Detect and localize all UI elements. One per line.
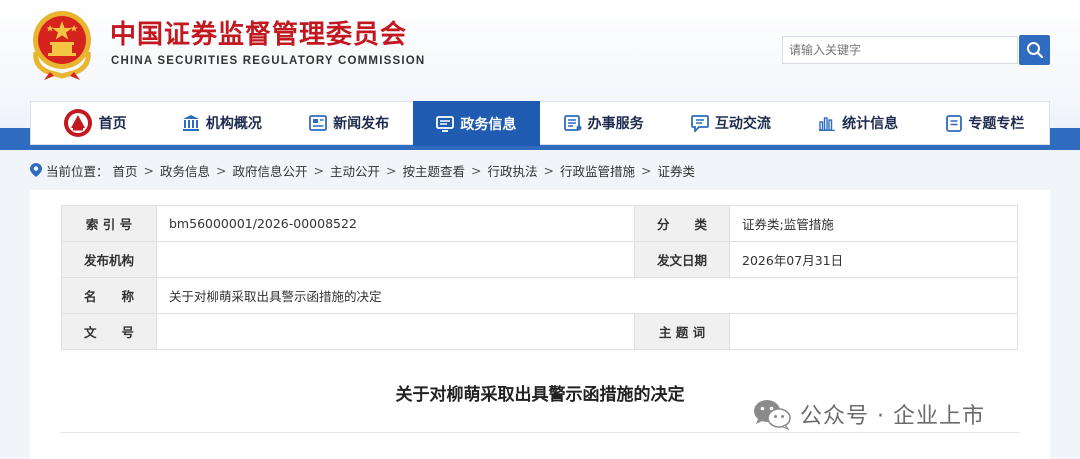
main-nav: 首页 机构概况 新闻发布 政务信息 办事服务 互动交流 统计信息 专题专栏: [30, 101, 1050, 146]
home-emblem-icon: [63, 109, 92, 137]
name-label: 名 称: [61, 277, 157, 314]
service-icon: [563, 115, 582, 131]
search-input[interactable]: [782, 36, 1018, 64]
nav-item-government-info[interactable]: 政务信息: [412, 101, 540, 146]
category-value: 证券类;监管措施: [729, 205, 1018, 242]
name-value: 关于对柳萌采取出具警示函措施的决定: [156, 277, 1018, 314]
breadcrumb-item[interactable]: 政府信息公开: [233, 161, 308, 180]
date-value: 2026年07月31日: [729, 241, 1018, 278]
nav-item-label: 统计信息: [842, 116, 899, 132]
issuer-value: [156, 241, 635, 278]
breadcrumb-separator: >: [471, 162, 482, 178]
table-row: 名 称 关于对柳萌采取出具警示函措施的决定: [61, 277, 1018, 314]
issuer-label: 发布机构: [61, 241, 157, 278]
news-icon: [309, 115, 328, 131]
docno-value: [156, 313, 635, 350]
chat-icon: [690, 114, 709, 132]
table-row: 文 号 主 题 词: [61, 313, 1018, 350]
breadcrumb-item[interactable]: 证券类: [658, 161, 696, 180]
national-emblem-logo[interactable]: [28, 8, 96, 80]
breadcrumb-item[interactable]: 按主题查看: [403, 161, 466, 180]
institution-icon: [182, 115, 199, 131]
topic-icon: [946, 114, 963, 132]
breadcrumb-item[interactable]: 行政执法: [488, 161, 538, 180]
breadcrumb-item[interactable]: 主动公开: [330, 161, 380, 180]
nav-item-statistics[interactable]: 统计信息: [795, 102, 922, 144]
nav-item-label: 专题专栏: [968, 116, 1025, 132]
table-row: 发布机构 发文日期 2026年07月31日: [61, 241, 1018, 278]
breadcrumb-item[interactable]: 政务信息: [160, 161, 210, 180]
breadcrumb-separator: >: [216, 162, 227, 178]
breadcrumb: 当前位置： 首页 > 政务信息 > 政府信息公开 > 主动公开 > 按主题查看 …: [30, 160, 695, 180]
keywords-label: 主 题 词: [634, 313, 730, 350]
nav-item-label: 机构概况: [205, 116, 262, 132]
category-label: 分 类: [634, 205, 730, 242]
nav-item-label: 政务信息: [460, 116, 517, 133]
docno-label: 文 号: [61, 313, 157, 350]
site-subtitle: CHINA SECURITIES REGULATORY COMMISSION: [111, 55, 426, 67]
nav-item-home[interactable]: 首页: [31, 102, 158, 144]
breadcrumb-separator: >: [143, 162, 155, 178]
watermark: 公众号 · 企业上市: [752, 398, 985, 430]
index-label: 索 引 号: [61, 205, 157, 242]
breadcrumb-separator: >: [313, 162, 325, 178]
search-icon: [1026, 42, 1043, 59]
nav-item-interaction[interactable]: 互动交流: [667, 102, 794, 144]
search-button[interactable]: [1019, 35, 1050, 65]
nav-item-institution[interactable]: 机构概况: [158, 102, 285, 144]
wechat-icon: [754, 400, 791, 430]
breadcrumb-separator: >: [641, 162, 652, 178]
date-label: 发文日期: [634, 241, 730, 278]
statistics-icon: [819, 117, 836, 131]
keywords-value: [729, 313, 1018, 350]
breadcrumb-item[interactable]: 首页: [113, 161, 138, 180]
breadcrumb-item[interactable]: 行政监管措施: [560, 161, 635, 180]
nav-item-label: 办事服务: [587, 116, 644, 132]
nav-item-service[interactable]: 办事服务: [540, 102, 667, 144]
breadcrumb-separator: >: [386, 162, 397, 178]
document-meta-table: 索 引 号 bm56000001/2026-00008522 分 类 证券类;监…: [61, 205, 1018, 350]
index-value: bm56000001/2026-00008522: [156, 205, 635, 242]
title-divider: [60, 432, 1020, 433]
breadcrumb-separator: >: [543, 162, 555, 178]
nav-item-label: 互动交流: [714, 116, 771, 132]
site-title[interactable]: 中国证券监督管理委员会: [110, 14, 407, 51]
government-info-icon: [436, 115, 455, 132]
nav-item-news[interactable]: 新闻发布: [286, 102, 413, 144]
breadcrumb-prefix: 当前位置：: [46, 163, 109, 179]
location-pin-icon: [30, 163, 42, 177]
nav-item-label: 首页: [98, 116, 127, 132]
nav-item-label: 新闻发布: [333, 116, 390, 132]
watermark-text: 公众号 · 企业上市: [800, 404, 985, 429]
nav-item-topics[interactable]: 专题专栏: [922, 102, 1049, 144]
table-row: 索 引 号 bm56000001/2026-00008522 分 类 证券类;监…: [61, 205, 1018, 242]
